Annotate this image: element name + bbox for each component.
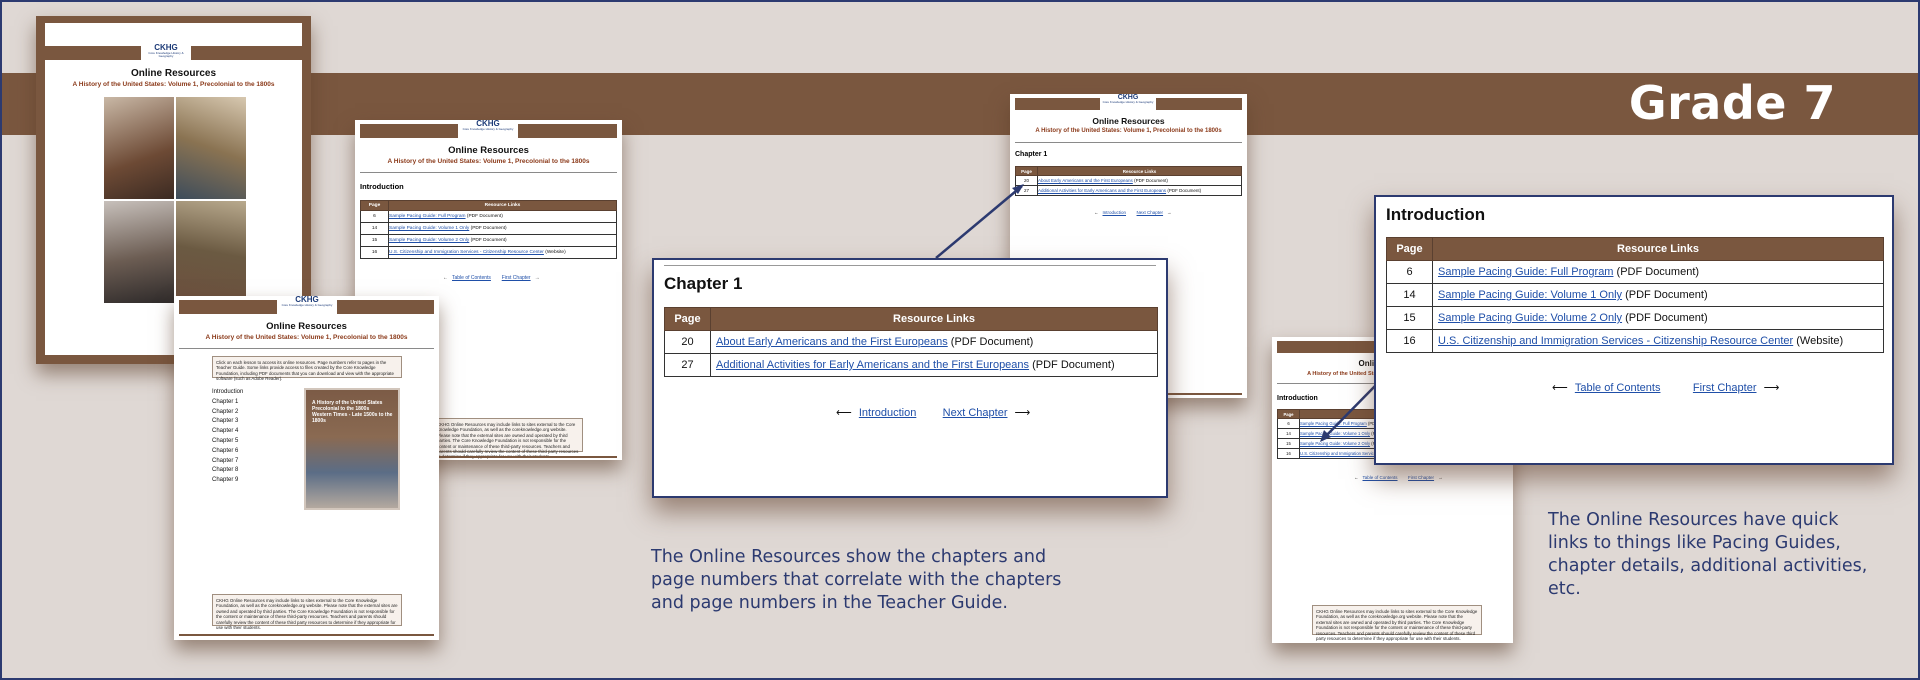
resource-type: (Website)	[1796, 335, 1844, 347]
page-cell: 27	[664, 353, 711, 377]
resource-type: (PDF Document)	[1625, 289, 1708, 301]
caption-right: The Online Resources have quick links to…	[1548, 510, 1868, 599]
resource-type: (PDF Document)	[950, 336, 1034, 348]
col-page-header: Page	[1386, 237, 1433, 261]
col-page-header: Page	[664, 307, 711, 331]
table-row: 6 Sample Pacing Guide: Full Program (PDF…	[1386, 260, 1884, 284]
callout-line	[935, 185, 1023, 259]
arrow-left-icon: ⟵	[1552, 382, 1568, 394]
nav-introduction-link[interactable]: Introduction	[859, 407, 916, 419]
col-links-header: Resource Links	[1432, 237, 1884, 261]
nav-next-chapter-link[interactable]: Next Chapter	[943, 407, 1008, 419]
table-row: 14 Sample Pacing Guide: Volume 1 Only (P…	[1386, 283, 1884, 307]
arrow-left-icon: ⟵	[836, 407, 852, 419]
table-row: 20 About Early Americans and the First E…	[664, 330, 1158, 354]
resource-link[interactable]: U.S. Citizenship and Immigration Service…	[1438, 335, 1793, 347]
caption-center: The Online Resources show the chapters a…	[651, 547, 1062, 613]
arrow-right-icon: ⟶	[1014, 407, 1031, 419]
chapter1-zoom-heading: Chapter 1	[664, 274, 743, 293]
table-row: 15 Sample Pacing Guide: Volume 2 Only (P…	[1386, 306, 1884, 330]
introduction-zoom-panel: Introduction Page Resource Links 6 Sampl…	[1374, 195, 1894, 465]
nav-table-of-contents-link[interactable]: Table of Contents	[1575, 382, 1661, 394]
arrow-right-icon: ⟶	[1763, 382, 1780, 394]
table-row: 16 U.S. Citizenship and Immigration Serv…	[1386, 329, 1884, 353]
nav-first-chapter-link[interactable]: First Chapter	[1693, 382, 1757, 394]
resource-type: (PDF Document)	[1032, 359, 1115, 371]
chapter1-zoom-panel: Chapter 1 Page Resource Links 20 About E…	[652, 258, 1168, 498]
resource-link[interactable]: About Early Americans and the First Euro…	[716, 336, 948, 348]
resource-link[interactable]: Sample Pacing Guide: Volume 2 Only	[1438, 312, 1622, 324]
page-cell: 15	[1386, 306, 1433, 330]
page-cell: 16	[1386, 329, 1433, 353]
page-cell: 20	[664, 330, 711, 354]
col-links-header: Resource Links	[710, 307, 1158, 331]
resource-type: (PDF Document)	[1625, 312, 1708, 324]
callout-line	[1321, 384, 1377, 441]
intro-nav: ⟵ Table of Contents First Chapter ⟶	[1552, 381, 1779, 394]
chapter1-table: Page Resource Links 20 About Early Ameri…	[664, 307, 1158, 377]
resource-link[interactable]: Sample Pacing Guide: Full Program	[1438, 266, 1613, 278]
resource-link[interactable]: Sample Pacing Guide: Volume 1 Only	[1438, 289, 1622, 301]
resource-type: (PDF Document)	[1616, 266, 1700, 278]
intro-table: Page Resource Links 6 Sample Pacing Guid…	[1386, 237, 1884, 353]
resource-link[interactable]: Additional Activities for Early American…	[716, 359, 1029, 371]
chapter1-nav: ⟵ Introduction Next Chapter ⟶	[836, 406, 1030, 419]
page-cell: 14	[1386, 283, 1433, 307]
page-cell: 6	[1386, 260, 1433, 284]
table-row: 27 Additional Activities for Early Ameri…	[664, 353, 1158, 377]
intro-zoom-heading: Introduction	[1386, 205, 1486, 224]
